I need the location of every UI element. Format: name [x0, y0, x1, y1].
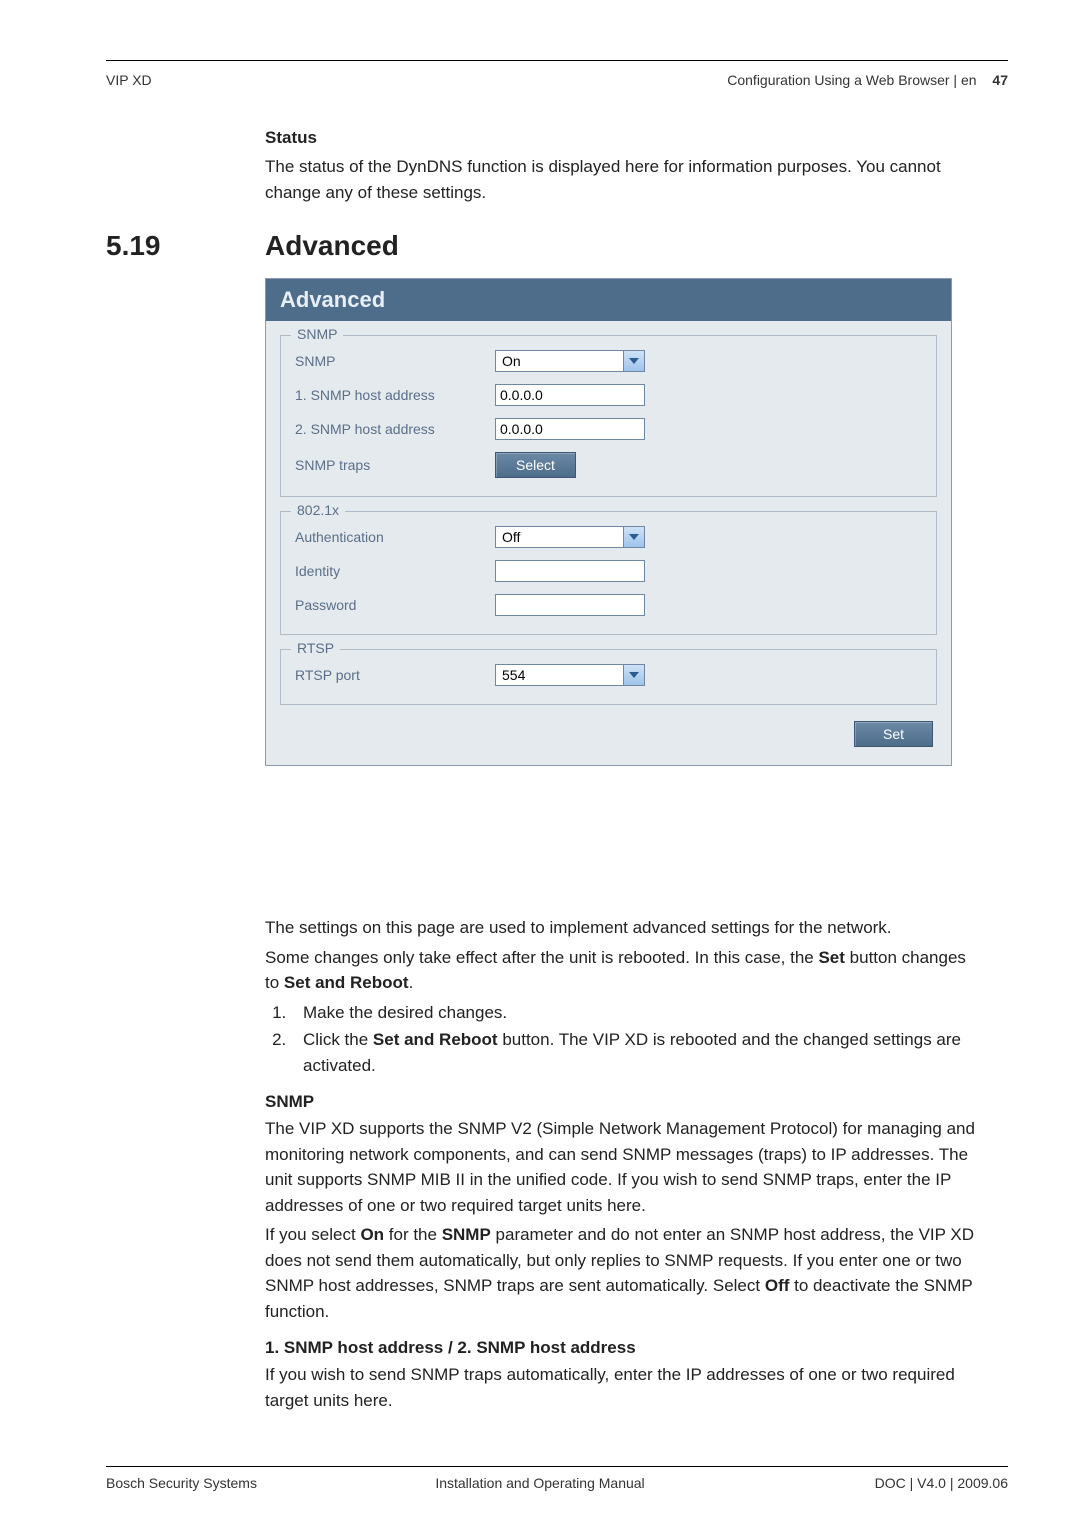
text-span: for the [384, 1225, 442, 1244]
rtsp-port-select[interactable]: 554 [495, 664, 645, 686]
identity-label: Identity [295, 563, 495, 579]
rtsp-legend: RTSP [291, 640, 340, 656]
set-button[interactable]: Set [854, 721, 933, 747]
snmp-select-value: On [502, 353, 521, 369]
text-bold: On [360, 1225, 384, 1244]
header-chapter: Configuration Using a Web Browser | en [727, 72, 976, 88]
auth-label: Authentication [295, 529, 495, 545]
snmp-heading: SNMP [265, 1092, 980, 1112]
steps-list: Make the desired changes. Click the Set … [265, 1000, 980, 1079]
status-body: The status of the DynDNS function is dis… [265, 154, 980, 205]
auth-select-value: Off [502, 529, 520, 545]
snmp-host1-input[interactable] [495, 384, 645, 406]
snmp-paragraph-1: The VIP XD supports the SNMP V2 (Simple … [265, 1116, 980, 1218]
auth-fieldset: 802.1x Authentication Off Identity [280, 511, 937, 635]
snmp-legend: SNMP [291, 326, 343, 342]
advanced-panel: Advanced SNMP SNMP On 1. SNMP host addre… [265, 278, 952, 766]
chevron-down-icon[interactable] [623, 351, 644, 371]
panel-title: Advanced [266, 279, 951, 321]
header-right: Configuration Using a Web Browser | en 4… [727, 72, 1008, 88]
intro-paragraph-1: The settings on this page are used to im… [265, 915, 980, 941]
snmp-fieldset: SNMP SNMP On 1. SNMP host address [280, 335, 937, 497]
text-bold: Set and Reboot [284, 973, 409, 992]
text-span: . [409, 973, 414, 992]
snmp-select[interactable]: On [495, 350, 645, 372]
snmp-traps-label: SNMP traps [295, 457, 495, 473]
password-input[interactable] [495, 594, 645, 616]
snmp-host2-input[interactable] [495, 418, 645, 440]
snmp-paragraph-2: If you select On for the SNMP parameter … [265, 1222, 980, 1324]
password-label: Password [295, 597, 495, 613]
text-span: Some changes only take effect after the … [265, 948, 818, 967]
snmp-host2-label: 2. SNMP host address [295, 421, 495, 437]
step-2: Click the Set and Reboot button. The VIP… [291, 1027, 980, 1078]
footer-right: DOC | V4.0 | 2009.06 [875, 1475, 1008, 1491]
identity-input[interactable] [495, 560, 645, 582]
status-heading: Status [265, 128, 980, 148]
snmp-label: SNMP [295, 353, 495, 369]
text-span: Click the [303, 1030, 373, 1049]
rtsp-port-value: 554 [502, 667, 525, 683]
step-1: Make the desired changes. [291, 1000, 980, 1026]
text-span: If you select [265, 1225, 360, 1244]
section-title: Advanced [265, 230, 399, 262]
auth-legend: 802.1x [291, 502, 345, 518]
rtsp-port-label: RTSP port [295, 667, 495, 683]
text-bold: SNMP [442, 1225, 491, 1244]
snmp-traps-select-button[interactable]: Select [495, 452, 576, 478]
auth-select[interactable]: Off [495, 526, 645, 548]
text-bold: Off [765, 1276, 790, 1295]
text-bold: Set [818, 948, 844, 967]
chevron-down-icon[interactable] [623, 527, 644, 547]
rtsp-fieldset: RTSP RTSP port 554 [280, 649, 937, 705]
section-number: 5.19 [106, 230, 161, 262]
header-page-number: 47 [992, 72, 1008, 88]
header-rule [106, 60, 1008, 61]
hosts-body: If you wish to send SNMP traps automatic… [265, 1362, 980, 1413]
header-left: VIP XD [106, 72, 152, 88]
chevron-down-icon[interactable] [623, 665, 644, 685]
text-bold: Set and Reboot [373, 1030, 498, 1049]
snmp-host1-label: 1. SNMP host address [295, 387, 495, 403]
intro-paragraph-2: Some changes only take effect after the … [265, 945, 980, 996]
footer-rule [106, 1466, 1008, 1467]
hosts-heading: 1. SNMP host address / 2. SNMP host addr… [265, 1338, 980, 1358]
